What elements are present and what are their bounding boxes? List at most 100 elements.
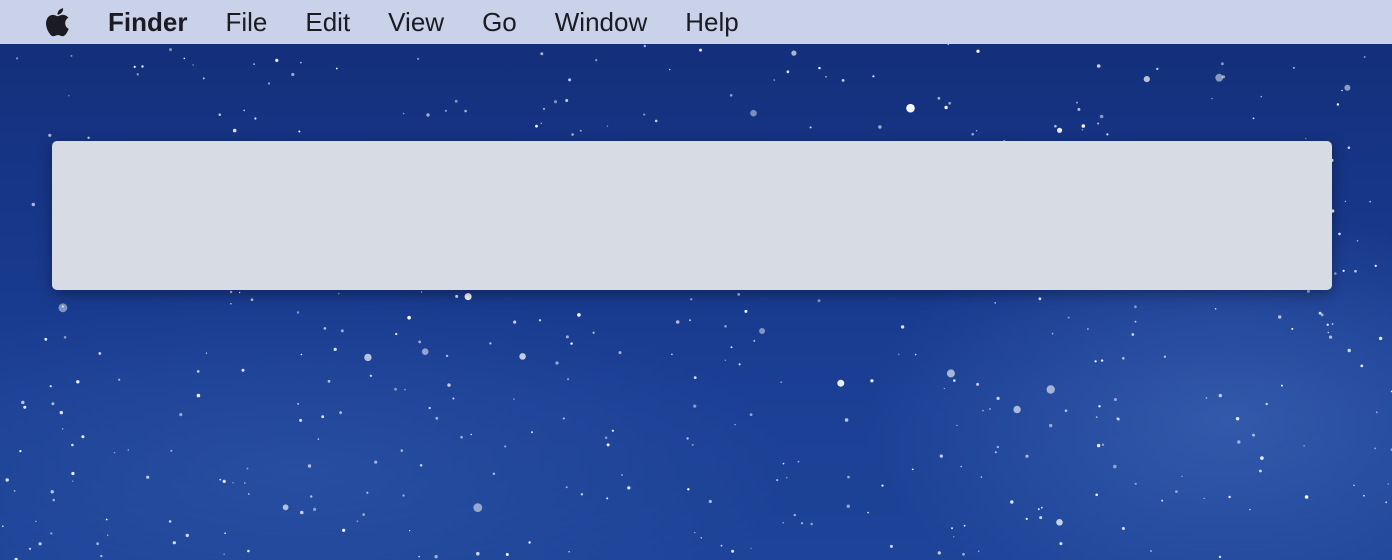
- star: [1096, 443, 1101, 448]
- star: [837, 379, 845, 387]
- star: [71, 480, 74, 482]
- star: [1057, 127, 1063, 133]
- star: [247, 549, 250, 553]
- star: [356, 520, 359, 523]
- star: [595, 59, 598, 62]
- star: [400, 449, 404, 452]
- star: [402, 112, 405, 115]
- star: [1096, 64, 1101, 68]
- menu-view[interactable]: View: [388, 0, 444, 44]
- star: [87, 136, 90, 139]
- menu-finder[interactable]: Finder: [108, 0, 187, 44]
- star: [937, 551, 941, 555]
- star: [1218, 393, 1223, 398]
- star: [313, 507, 317, 511]
- star: [976, 49, 980, 53]
- star: [975, 130, 978, 132]
- star: [947, 43, 949, 46]
- star: [568, 551, 570, 553]
- star: [994, 451, 997, 454]
- star: [1291, 327, 1294, 330]
- star: [172, 541, 176, 545]
- star: [238, 291, 241, 294]
- star: [434, 555, 438, 559]
- star: [445, 354, 449, 358]
- star: [107, 534, 109, 536]
- star: [113, 451, 116, 454]
- star: [118, 378, 121, 381]
- star: [100, 554, 103, 558]
- star: [1344, 84, 1351, 91]
- star: [489, 342, 492, 345]
- star: [1054, 124, 1057, 128]
- star: [1327, 331, 1330, 334]
- star: [340, 329, 344, 333]
- star: [694, 532, 696, 534]
- star: [342, 528, 346, 532]
- star: [937, 96, 941, 100]
- blank-window-panel[interactable]: [52, 141, 1332, 290]
- menu-go[interactable]: Go: [482, 0, 517, 44]
- star: [825, 76, 827, 78]
- star: [1163, 355, 1166, 358]
- star: [579, 129, 582, 132]
- star: [1259, 469, 1262, 473]
- star: [906, 103, 915, 113]
- star: [773, 79, 776, 81]
- star: [1347, 348, 1351, 353]
- star: [1326, 323, 1329, 326]
- star: [786, 477, 788, 479]
- menu-edit[interactable]: Edit: [305, 0, 350, 44]
- star: [223, 553, 225, 555]
- menu-window[interactable]: Window: [555, 0, 647, 44]
- star: [753, 339, 756, 342]
- star: [1113, 464, 1117, 469]
- star: [1218, 555, 1222, 559]
- star: [310, 495, 313, 498]
- star: [977, 550, 980, 552]
- star: [1336, 103, 1340, 106]
- star: [298, 130, 301, 133]
- star: [982, 409, 984, 412]
- star: [183, 57, 186, 60]
- menu-help[interactable]: Help: [685, 0, 738, 44]
- star: [196, 393, 201, 398]
- star: [141, 65, 144, 68]
- star: [749, 413, 753, 416]
- star: [841, 79, 845, 82]
- apple-logo-icon: [46, 8, 69, 37]
- star: [407, 315, 411, 320]
- menu-file[interactable]: File: [225, 0, 267, 44]
- star: [1347, 146, 1351, 149]
- star: [542, 107, 546, 110]
- star: [1214, 308, 1217, 310]
- star: [971, 132, 974, 136]
- star: [963, 524, 966, 527]
- apple-menu-button[interactable]: [40, 4, 72, 40]
- star: [297, 403, 299, 405]
- star: [1344, 200, 1347, 203]
- menu-bar: Finder File Edit View Go Window Help: [0, 0, 1392, 44]
- star: [809, 126, 812, 129]
- star: [169, 48, 172, 52]
- star: [68, 95, 70, 97]
- star: [519, 353, 526, 360]
- star: [793, 513, 796, 517]
- star: [1059, 542, 1063, 546]
- star: [737, 293, 741, 296]
- star: [394, 387, 397, 391]
- star: [369, 374, 373, 377]
- star: [881, 484, 884, 487]
- star: [374, 460, 378, 464]
- star: [409, 530, 411, 532]
- star: [96, 542, 99, 546]
- star: [250, 298, 254, 302]
- star: [900, 325, 905, 329]
- star: [1329, 335, 1333, 339]
- star: [417, 57, 420, 61]
- star: [1064, 409, 1068, 413]
- star: [455, 294, 459, 298]
- star: [1010, 500, 1014, 504]
- star: [248, 493, 250, 495]
- star: [914, 353, 917, 356]
